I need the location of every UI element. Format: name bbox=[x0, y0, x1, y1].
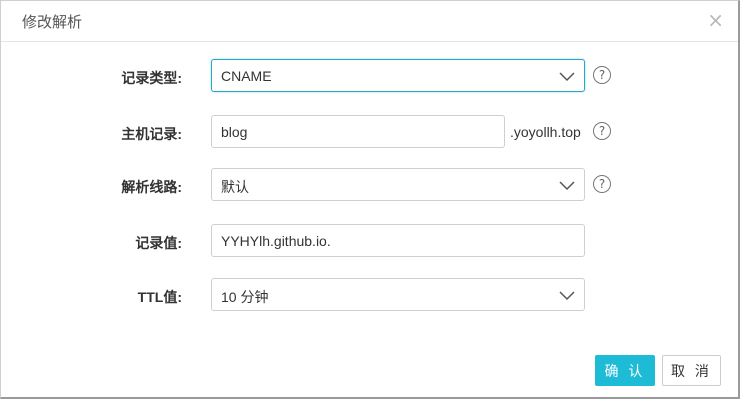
record-type-label: 记录类型: bbox=[121, 70, 182, 86]
host-record-input[interactable]: blog bbox=[211, 115, 505, 148]
record-type-row: 记录类型: CNAME ? bbox=[1, 59, 738, 93]
host-record-row: 主机记录: blog .yoyollh.top ? bbox=[1, 115, 738, 149]
help-icon[interactable]: ? bbox=[593, 175, 611, 193]
host-record-label: 主机记录: bbox=[121, 126, 182, 142]
ttl-label: TTL值: bbox=[137, 289, 182, 305]
ttl-select[interactable]: 10 分钟 bbox=[211, 278, 585, 311]
record-value-input[interactable]: YYHYlh.github.io. bbox=[211, 224, 585, 257]
ttl-value: 10 分钟 bbox=[221, 289, 269, 305]
chevron-down-icon bbox=[559, 291, 575, 301]
domain-suffix: .yoyollh.top bbox=[510, 124, 581, 140]
ttl-row: TTL值: 10 分钟 bbox=[1, 278, 738, 312]
host-record-value: blog bbox=[221, 124, 248, 140]
resolution-line-row: 解析线路: 默认 ? bbox=[1, 168, 738, 202]
record-value-label: 记录值: bbox=[135, 235, 182, 251]
resolution-line-select[interactable]: 默认 bbox=[211, 168, 585, 201]
chevron-down-icon bbox=[559, 181, 575, 191]
help-icon[interactable]: ? bbox=[593, 122, 611, 140]
confirm-button[interactable]: 确 认 bbox=[595, 355, 655, 386]
cancel-button[interactable]: 取 消 bbox=[662, 355, 721, 386]
record-value-text: YYHYlh.github.io. bbox=[221, 233, 331, 249]
help-icon[interactable]: ? bbox=[593, 66, 611, 84]
dialog-header: 修改解析 × bbox=[1, 1, 738, 42]
dialog-title: 修改解析 bbox=[22, 14, 83, 31]
resolution-line-label: 解析线路: bbox=[121, 179, 182, 195]
record-type-value: CNAME bbox=[221, 68, 272, 84]
record-value-row: 记录值: YYHYlh.github.io. bbox=[1, 224, 738, 258]
edit-dns-dialog: 修改解析 × 记录类型: CNAME ? 主机记录: blog .yoyollh… bbox=[0, 0, 740, 399]
record-type-select[interactable]: CNAME bbox=[211, 59, 585, 92]
resolution-line-value: 默认 bbox=[221, 179, 249, 195]
close-icon[interactable]: × bbox=[707, 10, 724, 30]
chevron-down-icon bbox=[559, 72, 575, 82]
